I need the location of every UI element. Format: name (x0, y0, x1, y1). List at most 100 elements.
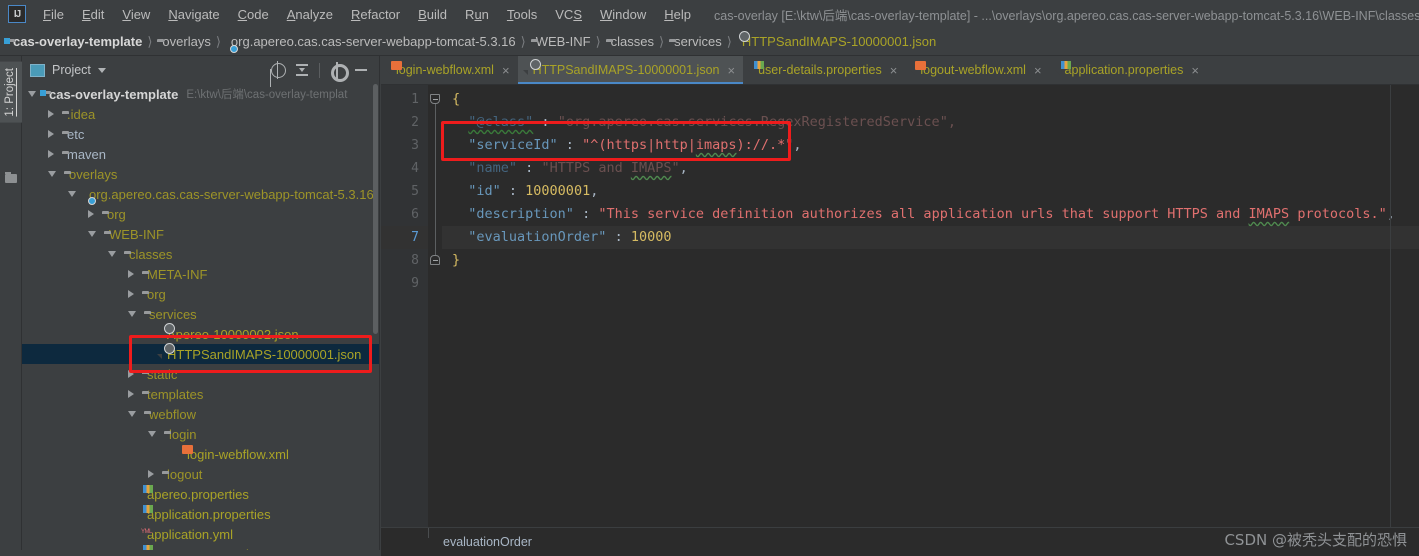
editor-tab[interactable]: user-details.properties× (743, 56, 905, 84)
tree-node[interactable]: application.properties (22, 504, 379, 524)
footer-breadcrumb-label[interactable]: evaluationOrder (443, 535, 532, 549)
menu-help[interactable]: Help (655, 4, 700, 25)
line-number: 7 (381, 226, 428, 249)
tree-node[interactable]: login (22, 424, 379, 444)
menu-vcs[interactable]: VCS (546, 4, 591, 25)
close-icon[interactable]: × (890, 64, 898, 77)
target-icon[interactable] (268, 60, 288, 80)
tree-node[interactable]: logout (22, 464, 379, 484)
tree-node[interactable]: login-webflow.xml (22, 444, 379, 464)
tree-node[interactable]: HTTPSandIMAPS-10000001.json (22, 344, 379, 364)
menu-analyze[interactable]: Analyze (278, 4, 342, 25)
line-number: 1 (381, 88, 428, 111)
chevron-down-icon[interactable] (128, 411, 136, 417)
json-value-spellcheck: IMAPS (631, 160, 672, 176)
tool-window-tab-project[interactable]: 1: Project (0, 62, 22, 123)
tree-node[interactable]: overlays (22, 164, 379, 184)
breadcrumb-item-services[interactable]: services (669, 34, 722, 49)
chevron-right-icon[interactable] (48, 110, 54, 118)
code-line-9 (442, 272, 1419, 295)
close-icon[interactable]: × (1191, 64, 1199, 77)
tree-node[interactable]: org (22, 284, 379, 304)
breadcrumb-item-overlays[interactable]: overlays (157, 34, 210, 49)
chevron-down-icon[interactable] (28, 91, 36, 97)
tree-node[interactable]: webflow (22, 404, 379, 424)
gear-icon[interactable] (327, 60, 347, 80)
chevron-down-icon[interactable] (88, 231, 96, 237)
chevron-right-icon[interactable] (48, 130, 54, 138)
chevron-right-icon[interactable] (48, 150, 54, 158)
menu-code[interactable]: Code (229, 4, 278, 25)
code-editor[interactable]: 123456789 { "@class" : "org.apereo.cas.s… (381, 85, 1419, 527)
project-tree[interactable]: cas-overlay-templateE:\ktw\后端\cas-overla… (22, 84, 379, 556)
tree-node[interactable]: Apereo-10000002.json (22, 324, 379, 344)
tree-node[interactable]: WEB-INF (22, 224, 379, 244)
tree-node[interactable]: .idea (22, 104, 379, 124)
menu-tools[interactable]: Tools (498, 4, 546, 25)
chevron-right-icon[interactable] (128, 370, 134, 378)
tree-node[interactable]: services (22, 304, 379, 324)
panel-bottom-strip (0, 550, 381, 556)
editor-tab[interactable]: HTTPSandIMAPS-10000001.json× (518, 56, 744, 84)
code-folding-column[interactable] (428, 85, 442, 527)
breadcrumb-item-classes[interactable]: classes (606, 34, 654, 49)
tree-node[interactable]: application.yml (22, 524, 379, 544)
close-icon[interactable]: × (1034, 64, 1042, 77)
code-line-8: } (442, 249, 1419, 272)
tree-node[interactable]: maven (22, 144, 379, 164)
json-value: " (671, 160, 679, 176)
chevron-right-icon[interactable] (128, 290, 134, 298)
menu-view[interactable]: View (113, 4, 159, 25)
menu-refactor[interactable]: Refactor (342, 4, 409, 25)
tree-node[interactable]: apereo.properties (22, 484, 379, 504)
breadcrumb-item-module[interactable]: org.apereo.cas.cas-server-webapp-tomcat-… (226, 34, 516, 49)
editor-tab[interactable]: login-webflow.xml× (381, 56, 518, 84)
minimize-icon[interactable] (351, 60, 371, 80)
tree-node[interactable]: org.apereo.cas.cas-server-webapp-tomcat-… (22, 184, 379, 204)
close-icon[interactable]: × (502, 64, 510, 77)
tree-node-label: WEB-INF (109, 227, 164, 242)
json-value-spellcheck: imaps (696, 137, 737, 153)
tree-node[interactable]: cas-overlay-templateE:\ktw\后端\cas-overla… (22, 84, 379, 104)
breadcrumb-item-project[interactable]: cas-overlay-template (8, 34, 142, 49)
tree-node[interactable]: classes (22, 244, 379, 264)
tree-node[interactable]: templates (22, 384, 379, 404)
menu-build[interactable]: Build (409, 4, 456, 25)
chevron-down-icon[interactable] (148, 431, 156, 437)
tree-node[interactable]: org (22, 204, 379, 224)
chevron-right-icon[interactable] (88, 210, 94, 218)
chevron-down-icon[interactable] (128, 311, 136, 317)
editor-tab[interactable]: application.properties× (1050, 56, 1207, 84)
chevron-down-icon[interactable] (98, 68, 106, 73)
line-number: 9 (381, 272, 428, 295)
fold-toggle-icon[interactable] (430, 255, 440, 265)
chevron-down-icon[interactable] (68, 191, 76, 197)
json-key: "description" (468, 206, 574, 222)
fold-toggle-icon[interactable] (430, 94, 440, 104)
close-icon[interactable]: × (727, 64, 735, 77)
breadcrumb-item-webinf[interactable]: WEB-INF (531, 34, 591, 49)
code-line-1: { (442, 88, 1419, 111)
chevron-right-icon[interactable] (148, 470, 154, 478)
tree-node[interactable]: META-INF (22, 264, 379, 284)
tree-node-label: login-webflow.xml (187, 447, 289, 462)
chevron-right-icon[interactable] (128, 270, 134, 278)
tree-vertical-scrollbar[interactable] (372, 84, 379, 556)
tree-node[interactable]: etc (22, 124, 379, 144)
tree-node[interactable]: static (22, 364, 379, 384)
menu-edit[interactable]: Edit (73, 4, 113, 25)
collapse-all-icon[interactable] (292, 60, 312, 80)
menu-file[interactable]: File (34, 4, 73, 25)
code-text[interactable]: { "@class" : "org.apereo.cas.services.Re… (442, 85, 1419, 527)
chevron-right-icon[interactable] (128, 390, 134, 398)
menu-window[interactable]: Window (591, 4, 655, 25)
chevron-down-icon[interactable] (108, 251, 116, 257)
editor-tab[interactable]: logout-webflow.xml× (905, 56, 1049, 84)
menu-navigate[interactable]: Navigate (159, 4, 228, 25)
editor-vertical-scrollbar[interactable] (1409, 85, 1419, 527)
chevron-down-icon[interactable] (48, 171, 56, 177)
json-value: protocols." (1289, 206, 1387, 222)
breadcrumb-label: services (674, 34, 722, 49)
menu-run[interactable]: Run (456, 4, 498, 25)
breadcrumb-item-file[interactable]: HTTPSandIMAPS-10000001.json (737, 34, 936, 49)
